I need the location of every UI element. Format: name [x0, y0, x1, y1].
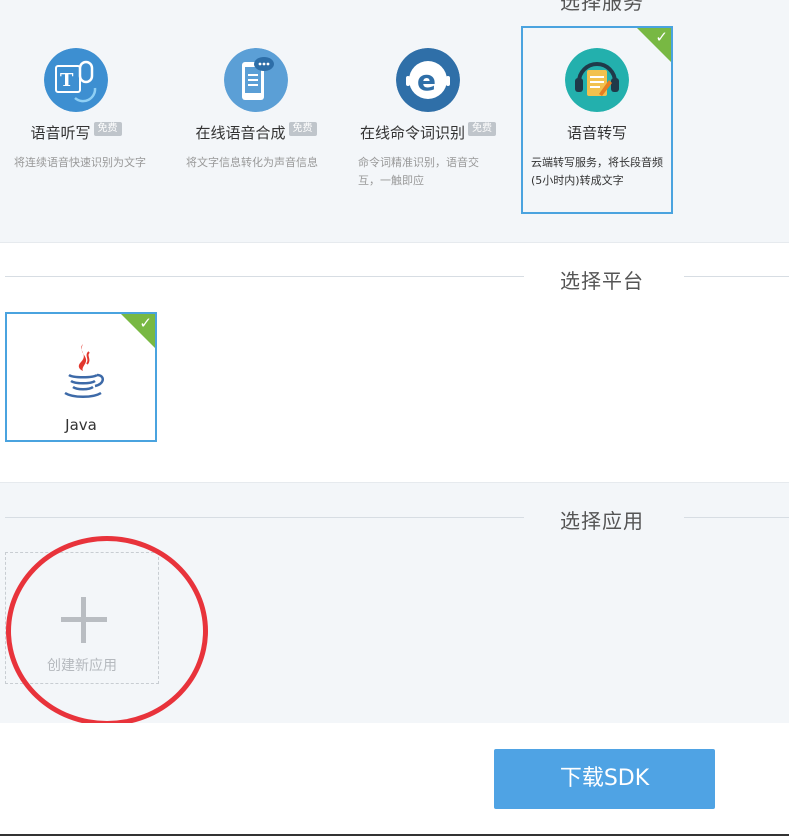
platform-card-java[interactable]: Java ✓ [5, 312, 157, 442]
divider [5, 276, 524, 277]
divider [684, 517, 789, 518]
service-name: 语音转写 [566, 124, 627, 142]
service-desc: 云端转写服务，将长段音频(5小时内)转成文字 [531, 156, 663, 187]
service-name: 在线语音合成 [195, 124, 286, 142]
free-badge: 免费 [93, 122, 122, 136]
platform-section-title: 选择平台 [548, 265, 656, 294]
transcription-headset-icon [565, 48, 629, 112]
platform-name: Java [65, 416, 97, 434]
check-icon: ✓ [655, 28, 668, 46]
svg-text:T: T [60, 70, 74, 91]
divider [5, 517, 524, 518]
annotation-circle [6, 536, 208, 726]
tts-phone-icon [224, 48, 288, 112]
service-desc: 将文字信息转化为声音信息 [186, 156, 318, 169]
free-badge: 免费 [468, 122, 496, 136]
service-section-title: 选择服务 [560, 0, 644, 14]
svg-text:e: e [417, 64, 436, 97]
service-card-tts[interactable]: 在线语音合成 免费 将文字信息转化为声音信息 [180, 26, 332, 214]
service-card-command[interactable]: e 在线命令词识别 免费 命令词精准识别，语音交互，一触即应 [352, 26, 504, 214]
command-recognition-icon: e [396, 48, 460, 112]
app-section-title: 选择应用 [548, 505, 656, 534]
check-icon: ✓ [139, 314, 152, 332]
download-sdk-button[interactable]: 下载SDK [494, 749, 715, 809]
service-section: 选择服务 T 语音听写 免费 将连续语音快速识别为文字 在线语音合成 免费 将文… [0, 0, 789, 243]
free-badge: 免费 [288, 122, 317, 136]
service-name: 在线命令词识别 [359, 124, 465, 142]
service-desc: 将连续语音快速识别为文字 [14, 156, 146, 169]
service-card-dictation[interactable]: T 语音听写 免费 将连续语音快速识别为文字 [0, 26, 152, 214]
service-card-transcription[interactable]: 语音转写 云端转写服务，将长段音频(5小时内)转成文字 ✓ [521, 26, 673, 214]
divider [684, 276, 789, 277]
service-name: 语音听写 [30, 124, 91, 142]
dictation-icon: T [44, 48, 108, 112]
service-desc: 命令词精准识别，语音交互，一触即应 [358, 156, 479, 187]
java-icon [64, 344, 104, 398]
